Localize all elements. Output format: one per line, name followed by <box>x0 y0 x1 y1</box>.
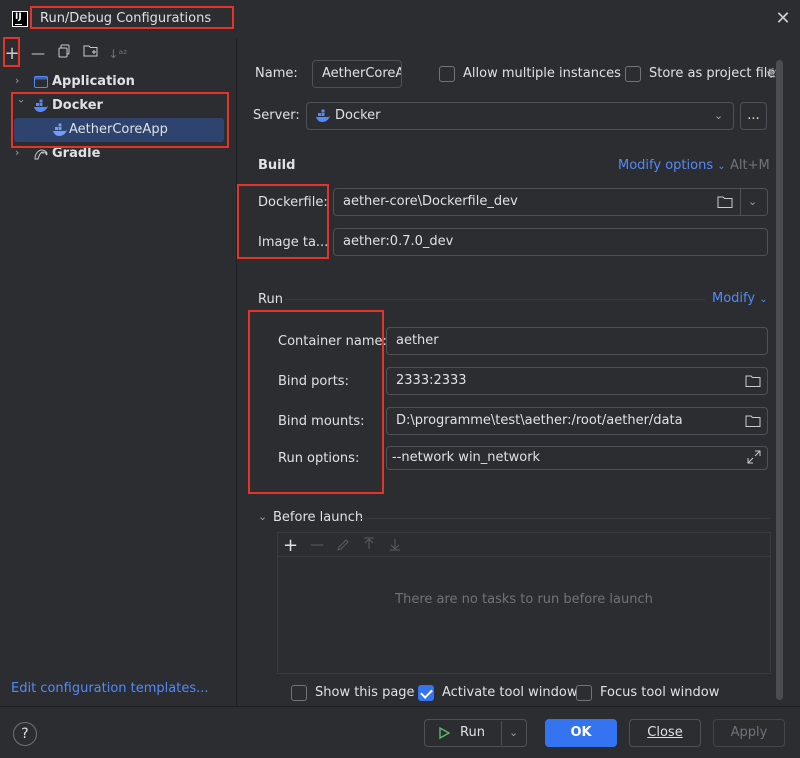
folder-icon[interactable] <box>745 414 761 428</box>
expand-icon[interactable] <box>747 450 761 464</box>
field-divider <box>740 189 741 215</box>
chevron-down-icon[interactable]: ⌄ <box>258 510 267 523</box>
help-button[interactable]: ? <box>13 722 37 746</box>
server-value: Docker <box>335 108 381 123</box>
section-divider <box>360 518 770 519</box>
sort-icon[interactable]: ↓ᵃᶻ <box>108 44 128 64</box>
name-label: Name: <box>255 66 298 81</box>
remove-icon[interactable]: — <box>28 44 48 64</box>
docker-icon <box>33 98 49 114</box>
new-folder-icon[interactable] <box>81 44 101 64</box>
intellij-logo-icon: IJ <box>12 11 28 27</box>
show-page-label: Show this page <box>315 685 415 700</box>
activate-tool-label: Activate tool window <box>442 685 578 700</box>
chevron-down-icon[interactable]: ⌄ <box>748 195 757 208</box>
move-up-icon[interactable] <box>362 537 376 551</box>
server-more-button[interactable]: ... <box>740 102 767 130</box>
no-tasks-text: There are no tasks to run before launch <box>395 592 653 607</box>
tree-item-label: Application <box>52 74 135 89</box>
chevron-right-icon: › <box>15 146 20 159</box>
bind-mounts-label: Bind mounts: <box>278 414 365 429</box>
move-down-icon[interactable] <box>388 537 402 551</box>
tree-item-aethercoreapp[interactable]: AetherCoreApp <box>14 118 224 142</box>
docker-icon <box>52 122 68 138</box>
edit-templates-link[interactable]: Edit configuration templates... <box>11 681 209 696</box>
run-options-input[interactable]: --network win_network <box>386 446 768 470</box>
tree-item-application[interactable]: › Application <box>0 70 237 94</box>
remove-task-icon[interactable]: — <box>310 537 324 553</box>
run-button[interactable]: Run ⌄ <box>424 719 527 747</box>
store-project-checkbox[interactable] <box>625 66 641 82</box>
bind-ports-input[interactable]: 2333:2333 <box>386 367 768 395</box>
folder-icon[interactable] <box>717 195 733 209</box>
run-label: Run <box>460 725 485 740</box>
focus-tool-label: Focus tool window <box>600 685 720 700</box>
modify-link[interactable]: Modify ⌄ <box>712 291 768 306</box>
tree-item-gradle[interactable]: › Gradle <box>0 142 237 166</box>
add-task-icon[interactable]: + <box>283 535 298 556</box>
chevron-down-icon: › <box>15 99 28 104</box>
close-button[interactable]: Close <box>629 719 701 747</box>
modify-shortcut: Alt+M <box>730 158 770 173</box>
ok-button[interactable]: OK <box>545 719 617 747</box>
edit-icon[interactable] <box>336 538 350 552</box>
before-launch-toolbar <box>278 533 770 557</box>
window-title: Run/Debug Configurations <box>40 11 212 26</box>
tree-item-label: AetherCoreApp <box>69 122 168 137</box>
dockerfile-input[interactable]: aether-core\Dockerfile_dev <box>333 188 768 216</box>
bind-mounts-input[interactable]: D:\programme\test\aether:/root/aether/da… <box>386 407 768 435</box>
build-section-title: Build <box>258 158 296 173</box>
allow-multiple-label: Allow multiple instances <box>463 66 621 81</box>
focus-tool-checkbox[interactable] <box>576 685 592 701</box>
gradle-icon <box>33 146 49 162</box>
container-name-input[interactable]: aether <box>386 327 768 355</box>
play-icon <box>437 720 451 746</box>
chevron-right-icon: › <box>15 74 20 87</box>
run-section-title: Run <box>258 292 283 307</box>
before-launch-title[interactable]: Before launch <box>273 510 363 525</box>
copy-icon[interactable] <box>54 44 74 64</box>
folder-icon[interactable] <box>745 374 761 388</box>
image-tag-input[interactable]: aether:0.7.0_dev <box>333 228 768 256</box>
docker-icon <box>315 108 331 124</box>
scrollbar[interactable] <box>776 60 783 700</box>
tree-item-label: Gradle <box>52 146 101 161</box>
server-label: Server: <box>253 108 300 123</box>
application-icon <box>33 74 49 90</box>
store-project-label: Store as project file <box>649 66 776 81</box>
bind-ports-label: Bind ports: <box>278 374 349 389</box>
apply-button[interactable]: Apply <box>713 719 785 747</box>
image-tag-label: Image ta... <box>258 235 329 250</box>
dockerfile-label: Dockerfile: <box>258 195 328 210</box>
tree-item-label: Docker <box>52 98 103 113</box>
run-options-label: Run options: <box>278 451 360 466</box>
title-bar: IJ Run/Debug Configurations ✕ <box>0 0 800 38</box>
add-icon[interactable]: + <box>2 44 22 64</box>
show-page-checkbox[interactable] <box>291 685 307 701</box>
container-name-label: Container name: <box>278 334 387 349</box>
modify-options-link[interactable]: Modify options ⌄ <box>618 158 726 173</box>
server-select[interactable]: Docker <box>306 102 734 130</box>
chevron-down-icon: ⌄ <box>714 109 724 122</box>
chevron-down-icon[interactable]: ⌄ <box>509 720 518 746</box>
activate-tool-checkbox[interactable] <box>418 685 434 701</box>
tree-item-docker[interactable]: › Docker <box>0 94 237 118</box>
close-window-icon[interactable]: ✕ <box>774 10 792 28</box>
allow-multiple-checkbox[interactable] <box>439 66 455 82</box>
section-divider <box>285 299 705 300</box>
name-input[interactable]: AetherCoreA <box>312 60 402 88</box>
